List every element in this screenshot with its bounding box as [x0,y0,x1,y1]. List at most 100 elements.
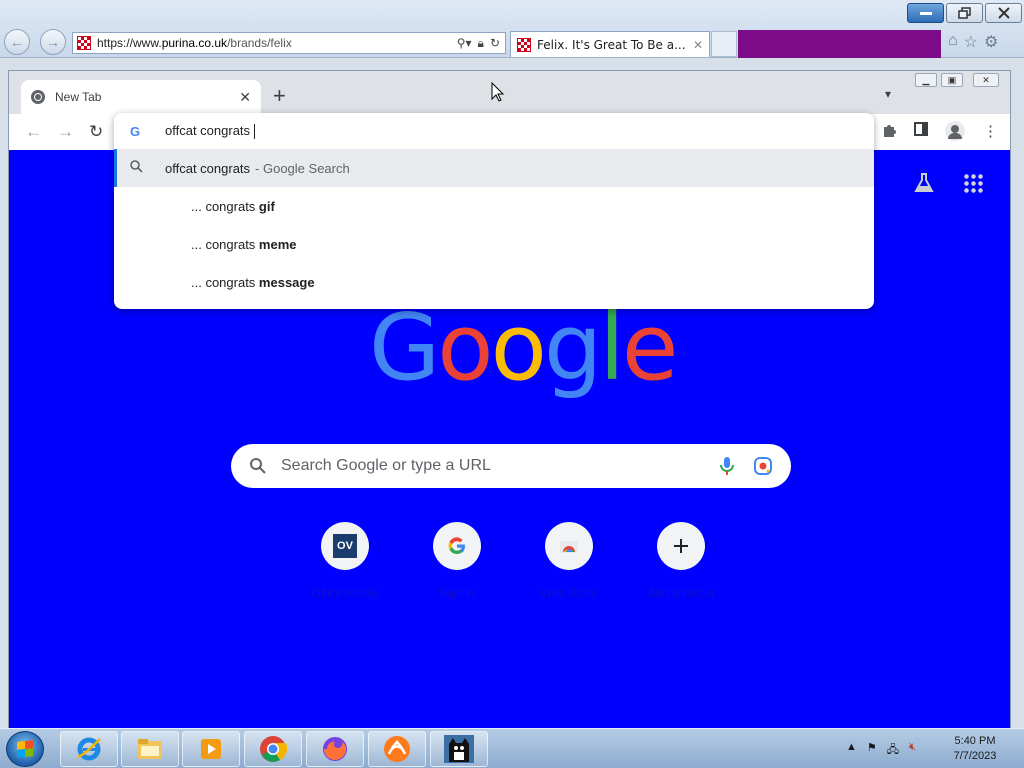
clock-time: 5:40 PM [954,735,996,747]
media-player-icon [201,739,221,759]
favorites-star-icon[interactable]: ☆ [964,32,978,52]
voice-search-mic-icon[interactable] [717,456,737,476]
shortcut-tiles: OV OfficeVersity Sign in Web Store Add s… [289,522,737,600]
forward-arrow-icon: → [46,34,60,50]
suggestion-completion: meme [258,236,297,252]
home-icon[interactable]: ⌂ [948,32,958,52]
taskbar-internet-explorer[interactable] [60,731,118,767]
ie-tab-title: Felix. It's Great To Be a... [537,37,686,52]
google-apps-grid-icon[interactable] [963,173,983,193]
omnibox-suggestion[interactable]: ... congrats gif [114,187,874,225]
omnibox-input[interactable]: G offcat congrats [114,113,874,149]
ntp-search-box[interactable]: Search Google or type a URL [231,444,791,488]
taskbar-felix-cat-app[interactable] [430,731,488,767]
restore-icon: ▣ [947,74,957,85]
ov-icon: OV [321,522,369,570]
chrome-restore-button[interactable]: ▣ [941,73,963,87]
ie-forward-button[interactable]: → [40,29,66,55]
google-lens-camera-icon[interactable] [753,456,773,476]
shortcut-tile[interactable]: OV OfficeVersity [289,522,401,600]
taskbar-orange-app[interactable] [368,731,426,767]
suggestion-prefix: ... congrats [191,236,259,252]
windows-taskbar: ▲ ⚑ 🖧︎ 🔇︎ 5:40 PM 7/7/2023 [0,728,1024,768]
back-button[interactable]: ← [25,122,42,142]
taskbar-file-explorer[interactable] [121,731,179,767]
omnibox-suggestion[interactable]: ... congrats meme [114,225,874,263]
close-tab-icon[interactable]: ✕ [693,38,703,52]
gear-icon[interactable]: ⚙ [984,32,998,52]
search-icon [250,458,266,474]
network-icon[interactable]: 🖧︎ [887,741,899,760]
omnibox-suggestion[interactable]: offcat congrats - Google Search [114,149,874,187]
reload-button[interactable]: ↻ [89,122,103,142]
volume-muted-icon[interactable]: 🔇︎ [909,741,916,760]
lock-icon[interactable]: 🔒︎ [478,36,484,51]
orange-app-icon [384,736,410,762]
search-icon[interactable]: ⚲▾ [457,36,472,51]
webstore-icon [545,522,593,570]
kebab-menu-icon[interactable]: ⋮ [983,122,998,140]
firefox-icon [323,737,347,761]
shortcut-tile[interactable]: Web Store [513,522,625,600]
suggestion-prefix: ... congrats [191,274,259,290]
restore-button[interactable] [946,3,983,23]
chrome-favicon-icon [31,90,45,104]
omnibox-suggestion[interactable]: ... congrats message [114,263,874,301]
suggestion-completion: message [258,274,315,290]
forward-button[interactable]: → [57,122,74,142]
action-center-flag-icon[interactable]: ⚑ [867,741,877,760]
suggestion-completion: gif [258,198,275,214]
chrome-labs-flask-icon[interactable] [914,172,934,194]
ie-address-bar[interactable]: https://www. purina.co.uk/brands/felix ⚲▾… [72,32,506,54]
profile-avatar-icon[interactable] [945,121,965,141]
tab-new-tab[interactable]: New Tab ✕ [21,80,261,114]
show-hidden-icons-icon[interactable]: ▲ [846,741,857,760]
shortcut-label: Sign in [438,586,476,600]
shortcut-tile[interactable]: Add shortcut [625,522,737,600]
minimize-button[interactable] [907,3,944,23]
shortcut-label: Add shortcut [647,586,715,600]
omnibox-value: offcat congrats [165,122,251,138]
chrome-minimize-button[interactable]: ▁ [915,73,937,87]
shortcut-tile[interactable]: Sign in [401,522,513,600]
taskbar-firefox[interactable] [306,731,364,767]
refresh-icon[interactable]: ↻ [490,36,500,51]
close-window-button[interactable] [985,3,1022,23]
side-panel-icon[interactable] [914,122,928,140]
folder-icon [138,739,162,759]
ntp-search-placeholder: Search Google or type a URL [281,457,491,474]
extensions-puzzle-icon[interactable] [881,122,897,142]
google-g-icon: G [130,123,141,139]
close-tab-icon[interactable]: ✕ [239,89,251,106]
suggestion-subtext: - Google Search [255,160,350,176]
ie-back-button[interactable]: ← [4,29,30,55]
system-tray: ▲ ⚑ 🖧︎ 🔇︎ [846,741,916,760]
taskbar-media-player[interactable] [182,731,240,767]
google-logo: Google [369,294,678,401]
chrome-close-button[interactable]: ✕ [973,73,999,87]
taskbar-chrome[interactable] [244,731,302,767]
minimize-icon: ▁ [922,74,930,85]
suggestion-prefix: ... congrats [191,198,259,214]
omnibox-dropdown: G offcat congrats offcat congrats - Goog… [114,113,874,309]
felix-cat-icon [444,735,474,763]
search-icon [130,160,146,176]
restore-icon [957,7,971,19]
back-arrow-icon: ← [10,34,24,50]
start-button[interactable] [6,731,44,767]
url-host: purina.co.uk [161,36,228,50]
ie-new-tab-button[interactable] [711,31,737,57]
purina-favicon-icon [77,36,91,50]
mouse-cursor-icon [491,82,505,102]
plus-icon [657,522,705,570]
ie-tab-felix[interactable]: Felix. It's Great To Be a... ✕ [510,31,710,57]
ie-window-header: ← → https://www. purina.co.uk/brands/feli… [0,0,1024,58]
close-icon: ✕ [982,74,990,85]
ie-tab-strip-highlight [738,30,941,58]
tab-search-chevron-icon[interactable]: ▾ [885,87,891,101]
chrome-icon [260,736,288,762]
new-tab-button[interactable]: + [273,85,286,107]
clock-date: 7/7/2023 [953,750,997,762]
taskbar-clock[interactable]: 5:40 PM 7/7/2023 [940,734,1010,764]
suggestion-text: offcat congrats [165,160,251,176]
